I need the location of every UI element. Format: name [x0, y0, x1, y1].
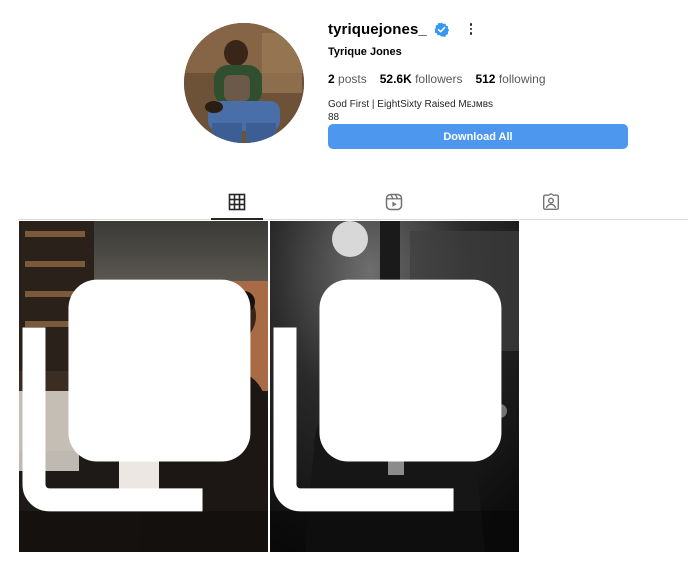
profile-username[interactable]: tyriquejones_: [328, 21, 427, 38]
posts-count: 2: [328, 72, 335, 86]
grid-icon[interactable]: [228, 193, 246, 211]
followers-label: followers: [415, 72, 463, 86]
following-stat[interactable]: 512 following: [475, 72, 545, 86]
following-count: 512: [475, 72, 496, 86]
profile-stats: 2 posts 52.6K followers 512 following: [328, 72, 638, 86]
reels-icon[interactable]: [385, 193, 403, 211]
profile-bio-continued: 88: [328, 112, 340, 123]
more-options-icon[interactable]: [465, 21, 477, 37]
profile-bio: God First | EightSixty Raised Mᴇᴊᴍʙs: [328, 99, 494, 110]
post-thumbnail-2[interactable]: [270, 221, 519, 552]
username-row: tyriquejones_: [328, 18, 638, 40]
post-thumbnail-1[interactable]: [19, 221, 268, 552]
active-tab-indicator: [211, 218, 263, 220]
tabs-divider: [18, 219, 688, 220]
verified-badge-icon: [434, 22, 449, 37]
profile-avatar[interactable]: [184, 23, 304, 143]
following-label: following: [498, 72, 546, 86]
followers-stat[interactable]: 52.6K followers: [380, 72, 463, 86]
profile-info: tyriquejones_ Tyrique Jones 2 posts 52.6…: [328, 18, 638, 124]
avatar-photo: [184, 23, 304, 143]
multiple-photos-icon: [273, 279, 502, 512]
posts-label: posts: [338, 72, 367, 86]
download-all-button[interactable]: Download All: [328, 124, 628, 149]
posts-stat: 2 posts: [328, 72, 367, 86]
profile-full-name: Tyrique Jones: [328, 46, 402, 58]
followers-count: 52.6K: [379, 72, 412, 86]
multiple-photos-icon: [22, 279, 251, 512]
profile-page: tyriquejones_ Tyrique Jones 2 posts 52.6…: [0, 0, 688, 566]
tagged-icon[interactable]: [542, 193, 560, 211]
